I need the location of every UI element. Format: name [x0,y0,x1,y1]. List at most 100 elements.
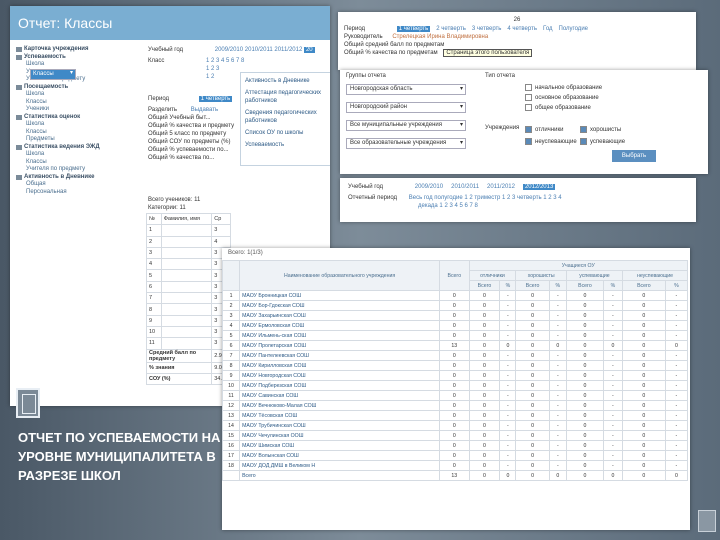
table-cell[interactable]: МАОУ Захарьинская СОШ [239,310,441,321]
year-option[interactable]: 2011/2012 [487,184,515,190]
checkbox-row[interactable]: отличники [525,126,563,133]
checkbox-row[interactable]: неуспевающие [525,138,577,145]
sidebar-item[interactable]: Общая [16,181,134,189]
checkbox-row[interactable]: основное образование [525,94,599,101]
period-option[interactable]: 2 четверть [436,26,466,32]
table-header-cell: неуспевающие [621,270,689,281]
sidebar-item[interactable]: Классы [16,99,134,107]
table-cell[interactable]: МАОУ Подберезская СОШ [239,380,441,391]
table-cell: 0 [548,340,567,351]
checkbox-row[interactable]: общее образование [525,104,591,111]
sidebar-item[interactable]: Персональная [16,189,134,197]
sidebar-group[interactable]: Статистика оценок [16,114,134,122]
table-cell: - [602,310,623,321]
table-cell[interactable]: МАОУ Бор-Гдокская СОШ [239,300,441,311]
filter-select[interactable]: Все образовательные учреждения [346,138,466,149]
table-row: 3 МАОУ Захарьинская СОШ 0 0-0-0-0- [222,310,689,321]
year-option[interactable]: 2011/2012 [274,47,302,53]
period-value[interactable]: 1 четверть [198,96,233,102]
sidebar-item[interactable]: Школа [16,61,134,69]
checkbox-row[interactable]: успевающие [580,138,625,145]
period-option[interactable]: 1 четверть [396,26,431,32]
filter-select[interactable]: Новгородская область [346,84,466,95]
razdel-value[interactable]: Выдавать [191,107,218,113]
table-cell[interactable]: МАОУ Чечулинская ООШ [239,430,441,441]
filter-select[interactable]: Все муниципальные учреждения [346,120,466,131]
period-option[interactable]: 4 четверть [507,26,537,32]
sidebar-item[interactable]: Классы [16,129,134,137]
filter-select[interactable]: Новгородский район [346,102,466,113]
year-option[interactable]: 2012/2013 [522,184,556,190]
sidebar-group[interactable]: Успеваемость [16,54,134,62]
period-options[interactable]: Весь год полугодие 1 2 триместр 1 2 3 че… [409,195,562,201]
sidebar-item[interactable]: Ученики [16,106,134,114]
class-numbers[interactable]: 1 2 3 [206,66,219,72]
sidebar-item[interactable]: Школа [16,121,134,129]
table-cell: 13 [439,340,470,351]
class-numbers[interactable]: 1 2 3 4 5 6 7 8 [206,58,244,64]
checkbox-row[interactable]: хорошисты [580,126,621,133]
sidebar-item[interactable]: Классы [16,159,134,167]
table-cell[interactable]: МАОУ ДОД ДМШ в Великом Н [239,460,441,471]
period-option[interactable]: 3 четверть [472,26,502,32]
year-option[interactable]: 2009/2010 [215,47,243,53]
checkbox[interactable] [525,84,532,91]
sidebar-group[interactable]: Посещаемость [16,84,134,92]
popup-menu-item[interactable]: Активность в Дневнике [245,77,330,85]
sidebar-group[interactable]: Карточка учреждения [16,46,134,54]
schools-report-screenshot: Всего: 1(1/3) Наименование образовательн… [222,248,690,530]
checkbox[interactable] [525,94,532,101]
checkbox[interactable] [525,126,532,133]
select-button[interactable]: Выбрать [612,150,656,162]
year-option-selected[interactable]: 20 [303,47,315,53]
table-cell: 0 [468,440,501,451]
table-cell: - [602,380,623,391]
checkbox[interactable] [580,138,587,145]
table-cell: 0 [468,340,501,351]
year-option[interactable]: 2009/2010 [415,184,443,190]
year-option[interactable]: 2010/2011 [245,47,273,53]
table-cell[interactable]: МАОУ Пролетарская СОШ [239,340,441,351]
popup-menu-item[interactable]: Успеваемость [245,141,330,149]
period-option[interactable]: Полугодие [559,26,588,32]
table-cell[interactable]: МАОУ Ермоловская СОШ [239,320,441,331]
sidebar-group[interactable]: Активность в Дневнике [16,174,134,182]
table-cell[interactable]: МАОУ Шимская СОШ [239,440,441,451]
table-cell: - [548,460,567,471]
year-option[interactable]: 2010/2011 [451,184,479,190]
sidebar-item[interactable]: Предметы [16,136,134,144]
popup-menu-item[interactable]: Список ОУ по школы [245,129,330,137]
table-cell[interactable]: МАОУ Вечнюково-Малая СОШ [239,400,441,411]
class-numbers[interactable]: 1 2 [206,74,214,80]
sidebar-item[interactable]: Школа [16,91,134,99]
popup-menu-item[interactable]: Аттестация педагогических работников [245,89,330,105]
checkbox[interactable] [525,104,532,111]
table-cell[interactable]: МАОУ Кирилловская СОШ [239,360,441,371]
sidebar-item[interactable]: Школа [16,151,134,159]
table-cell[interactable]: МАОУ Новгородская СОШ [239,370,441,381]
table-cell: - [664,350,689,361]
table-cell[interactable]: Всего [239,470,441,481]
table-cell[interactable]: МАОУ Ильмень-ская СОШ [239,330,441,341]
sidebar-item[interactable]: Учителя по предмету [16,166,134,174]
table-cell: 0 [468,350,501,361]
checkbox[interactable] [580,126,587,133]
table-cell: 0 [439,320,470,331]
table-cell[interactable]: МАОУ Трубичинская СОШ [239,420,441,431]
table-cell: 0 [515,400,550,411]
table-cell[interactable]: МАОУ Бронницкая СОШ [239,290,441,301]
document-icon [16,388,40,418]
table-cell[interactable]: МАОУ Савинская СОШ [239,390,441,401]
period-options[interactable]: декада 1 2 3 4 5 6 7 8 [418,203,478,209]
table-cell[interactable]: МАОУ Тёсовская СОШ [239,410,441,421]
sidebar-group[interactable]: Статистика ведения ЭЖД [16,144,134,152]
sidebar-item[interactable]: Классы [30,68,76,80]
checkbox-row[interactable]: начальное образование [525,84,602,91]
popup-menu-item[interactable]: Сведения педагогических работников [245,109,330,125]
table-cell: - [602,420,623,431]
period-option[interactable]: Год [543,26,553,32]
checkbox[interactable] [525,138,532,145]
table-cell[interactable]: МАОУ Волынская СОШ [239,450,441,461]
type-label: Тип отчета [485,73,515,79]
table-cell[interactable]: МАОУ Пантелеевская СОШ [239,350,441,361]
